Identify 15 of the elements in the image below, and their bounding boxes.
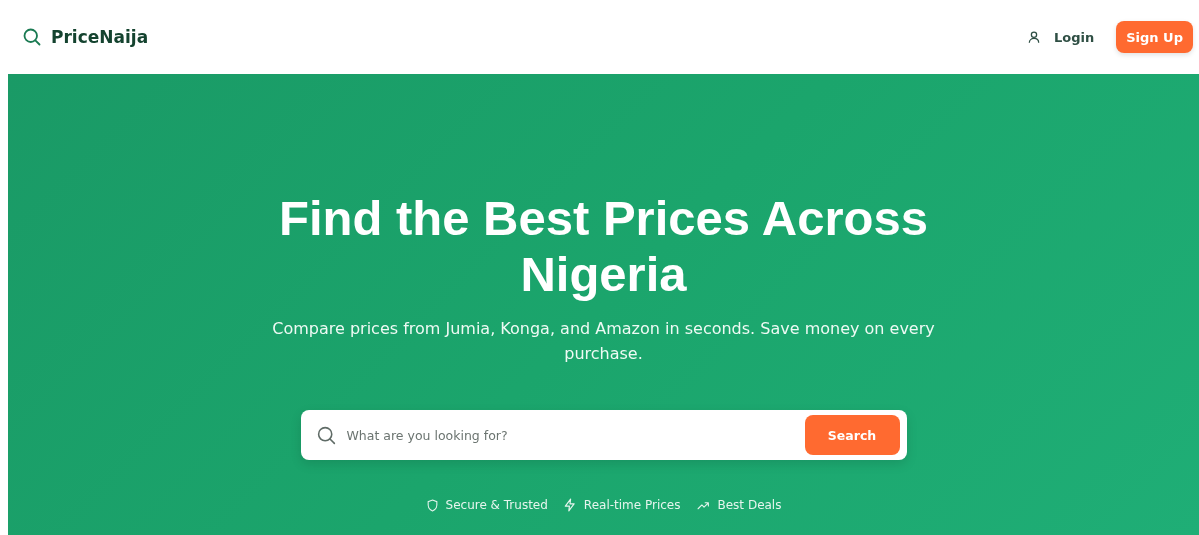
search-field[interactable]: What are you looking for? Search [300,410,907,460]
brand-name[interactable]: PriceNaija [51,27,149,47]
feature-label: Best Deals [717,498,782,512]
login-link[interactable]: Login [1054,29,1095,45]
search-icon [315,424,337,446]
shield-icon [425,498,439,512]
lightning-icon [562,498,577,512]
feature-label: Secure & Trusted [445,498,548,512]
sign-up-button[interactable]: Sign Up [1116,21,1193,53]
search-button[interactable]: Search [804,415,900,455]
user-icon [1027,30,1041,44]
feature-label: Real-time Prices [583,498,681,512]
hero-subtitle: Compare prices from Jumia, Konga, and Amazon in seconds. Save money on every purchase. [271,318,936,365]
search-icon [22,27,42,47]
hero-title: Find the Best Prices Across Nigeria [278,190,929,302]
